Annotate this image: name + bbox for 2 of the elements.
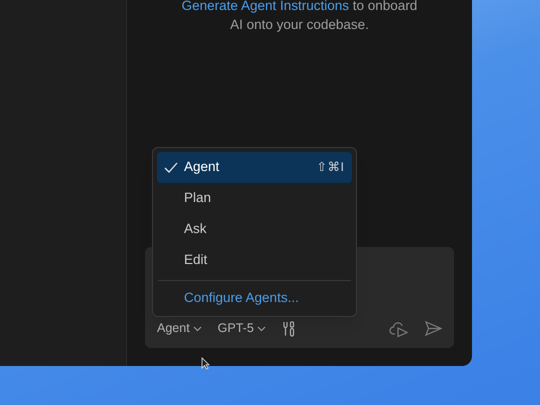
shortcut-text: ⇧⌘I — [316, 159, 344, 176]
hint-text: Generate Agent Instructions to onboard AI onto your codebase. — [180, 0, 418, 34]
